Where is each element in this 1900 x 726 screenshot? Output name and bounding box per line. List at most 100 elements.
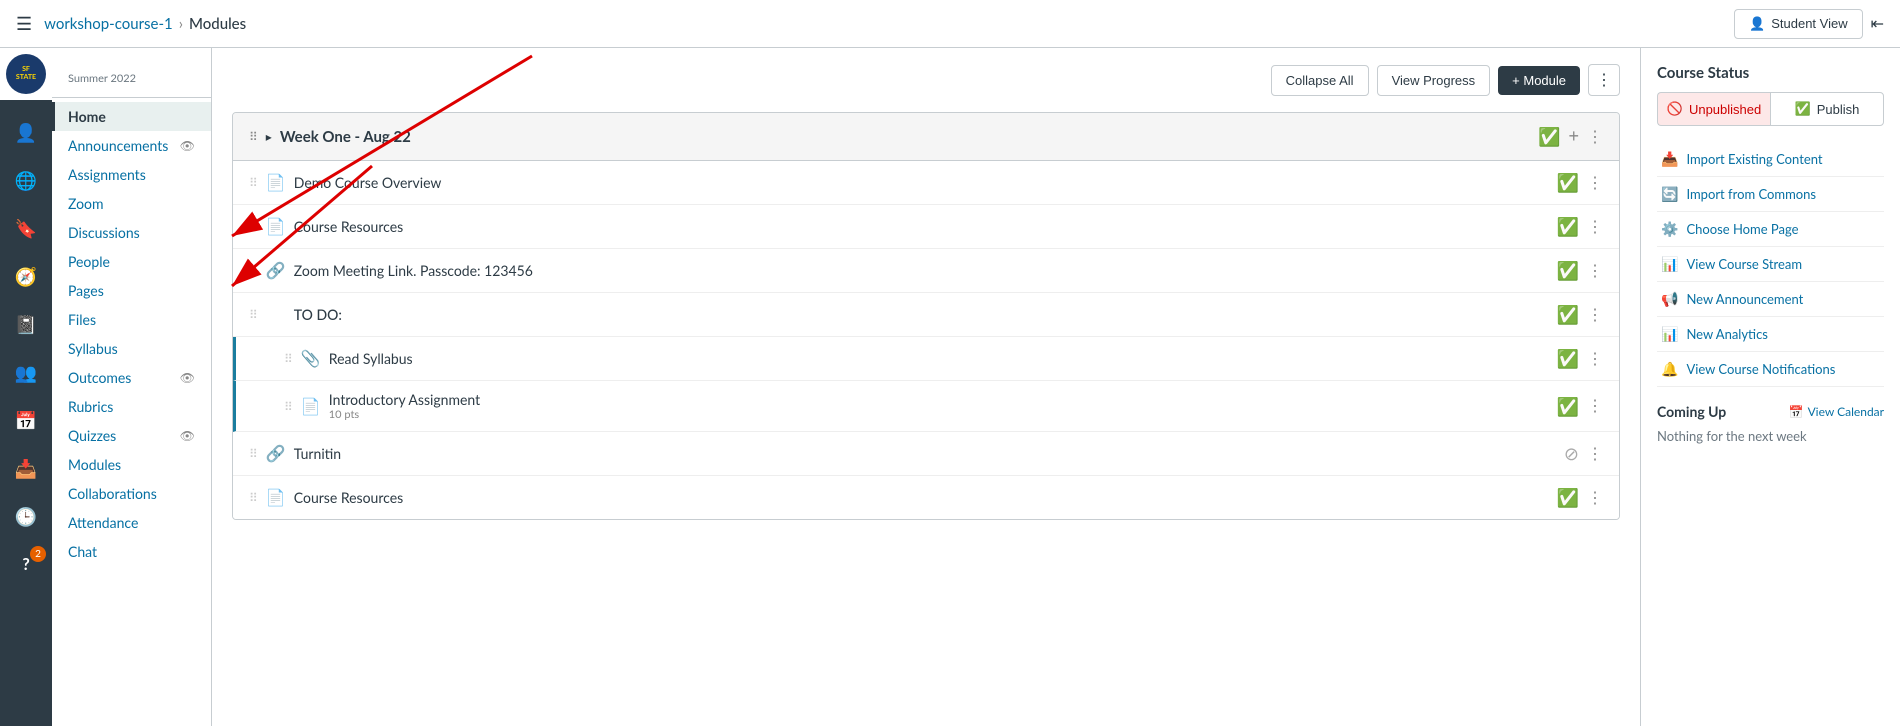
item-drag-handle[interactable]: ⠿ [249,446,258,461]
item-kebab-button[interactable]: ⋮ [1587,444,1603,464]
notebook-nav-icon[interactable]: 📓 [0,300,52,348]
sidebar-item-discussions[interactable]: Discussions [52,218,211,247]
item-kebab-button[interactable]: ⋮ [1587,173,1603,193]
item-drag-handle[interactable]: ⠿ [249,175,258,190]
item-published-check: ✅ [1557,395,1579,418]
link-icon: 🔗 [266,444,286,463]
item-title-demo[interactable]: Demo Course Overview [294,174,1549,191]
sidebar-item-zoom[interactable]: Zoom [52,189,211,218]
breadcrumb-current: Modules [189,15,246,33]
student-view-button[interactable]: 👤 Student View [1734,9,1863,39]
sidebar-item-home[interactable]: Home [52,102,211,131]
item-kebab-button[interactable]: ⋮ [1587,305,1603,325]
view-stream-link[interactable]: 📊 View Course Stream [1657,247,1884,282]
publish-button[interactable]: ✅ Publish [1770,92,1884,126]
add-module-button[interactable]: + Module [1498,66,1580,95]
module-kebab-button[interactable]: ⋮ [1587,127,1603,147]
item-drag-handle[interactable]: ⠿ [249,263,258,278]
calendar-icon-small: 📅 [1789,404,1804,419]
item-kebab-button[interactable]: ⋮ [1587,217,1603,237]
people-nav-icon[interactable]: 👥 [0,348,52,396]
sidebar-item-chat[interactable]: Chat [52,537,211,566]
course-status-title: Course Status [1657,64,1884,82]
view-notifications-link[interactable]: 🔔 View Course Notifications [1657,352,1884,387]
module-title: Week One - Aug 22 [280,128,1530,146]
compass-nav-icon[interactable]: 🧭 [0,252,52,300]
import-existing-link[interactable]: 📥 Import Existing Content [1657,142,1884,177]
view-calendar-link[interactable]: 📅 View Calendar [1789,404,1884,419]
hamburger-menu[interactable]: ☰ [16,12,32,35]
item-title-course-resources-2[interactable]: Course Resources [294,489,1549,506]
item-drag-handle[interactable]: ⠿ [249,490,258,505]
import-existing-icon: 📥 [1661,150,1678,168]
view-progress-button[interactable]: View Progress [1377,65,1491,96]
view-stream-icon: 📊 [1661,255,1678,273]
item-title-todo[interactable]: TO DO: [294,306,1549,323]
sidebar-item-collaborations[interactable]: Collaborations [52,479,211,508]
item-kebab-button[interactable]: ⋮ [1587,396,1603,416]
syllabus-label: Syllabus [68,340,118,357]
bookmark-nav-icon[interactable]: 🔖 [0,204,52,252]
history-nav-icon[interactable]: 🕒 [0,492,52,540]
inbox-nav-icon[interactable]: 📥 [0,444,52,492]
chat-label: Chat [68,543,97,560]
sidebar-item-modules[interactable]: Modules [52,450,211,479]
module-add-item-button[interactable]: + [1568,126,1579,147]
notebook-icon: 📓 [15,313,37,336]
visibility-icon-quizzes: 👁 [180,428,195,443]
module-item: ⠿ 📄 Course Resources ✅ ⋮ [233,476,1619,519]
sidebar-item-outcomes[interactable]: Outcomes 👁 [52,363,211,392]
visibility-icon-announcements: 👁 [180,138,195,153]
item-drag-handle[interactable]: ⠿ [249,307,258,322]
breadcrumb-course[interactable]: workshop-course-1 [44,15,173,33]
pages-label: Pages [68,282,104,299]
sidebar-item-files[interactable]: Files [52,305,211,334]
sidebar-item-announcements[interactable]: Announcements 👁 [52,131,211,160]
coming-up-section: Coming Up 📅 View Calendar Nothing for th… [1657,403,1884,444]
sidebar-item-rubrics[interactable]: Rubrics [52,392,211,421]
module-week-one: ⠿ ▸ Week One - Aug 22 ✅ + ⋮ ⠿ 📄 Demo Cou… [232,112,1620,520]
unpublished-button[interactable]: 🚫 Unpublished [1657,92,1770,126]
item-drag-handle[interactable]: ⠿ [284,351,293,366]
item-kebab-button[interactable]: ⋮ [1587,488,1603,508]
nav-icons: 👤 🌐 🔖 🧭 📓 👥 📅 📥 [0,100,52,588]
globe-nav-icon[interactable]: 🌐 [0,156,52,204]
sidebar-item-quizzes[interactable]: Quizzes 👁 [52,421,211,450]
compass-icon: 🧭 [15,265,37,288]
collapse-all-button[interactable]: Collapse All [1271,65,1369,96]
new-announcement-link[interactable]: 📢 New Announcement [1657,282,1884,317]
item-kebab-button[interactable]: ⋮ [1587,261,1603,281]
item-drag-handle[interactable]: ⠿ [249,219,258,234]
module-actions: ✅ + ⋮ [1538,125,1603,148]
toolbar-kebab-button[interactable]: ⋮ [1588,64,1620,96]
item-drag-handle[interactable]: ⠿ [284,399,293,414]
import-commons-link[interactable]: 🔄 Import from Commons [1657,177,1884,212]
item-title-zoom[interactable]: Zoom Meeting Link. Passcode: 123456 [294,262,1549,279]
sidebar-item-assignments[interactable]: Assignments [52,160,211,189]
sidebar-item-attendance[interactable]: Attendance [52,508,211,537]
item-title-read-syllabus[interactable]: Read Syllabus [329,350,1549,367]
item-title-intro-assignment[interactable]: Introductory Assignment 10 pts [329,391,1549,421]
item-published-check: ✅ [1557,215,1579,238]
help-icon: ? [22,555,29,574]
new-analytics-link[interactable]: 📊 New Analytics [1657,317,1884,352]
item-kebab-button[interactable]: ⋮ [1587,349,1603,369]
logo[interactable]: SFSTATE [0,48,52,100]
sidebar-item-syllabus[interactable]: Syllabus [52,334,211,363]
module-drag-handle[interactable]: ⠿ [249,129,258,144]
view-stream-label: View Course Stream [1686,256,1802,272]
item-title-resources[interactable]: Course Resources [294,218,1549,235]
choose-home-link[interactable]: ⚙️ Choose Home Page [1657,212,1884,247]
collapse-nav-button[interactable]: ⇤ [1871,14,1884,33]
item-unpublished-icon: ⊘ [1564,442,1579,465]
item-published-check: ✅ [1557,486,1579,509]
help-nav-icon[interactable]: ? [0,540,52,588]
module-chevron[interactable]: ▸ [266,129,272,144]
item-title-turnitin[interactable]: Turnitin [294,445,1556,462]
sidebar-item-pages[interactable]: Pages [52,276,211,305]
calendar-nav-icon[interactable]: 📅 [0,396,52,444]
item-name: Introductory Assignment [329,391,1549,408]
sidebar-item-people[interactable]: People [52,247,211,276]
publish-icon: ✅ [1795,101,1811,117]
account-nav-icon[interactable]: 👤 [0,108,52,156]
